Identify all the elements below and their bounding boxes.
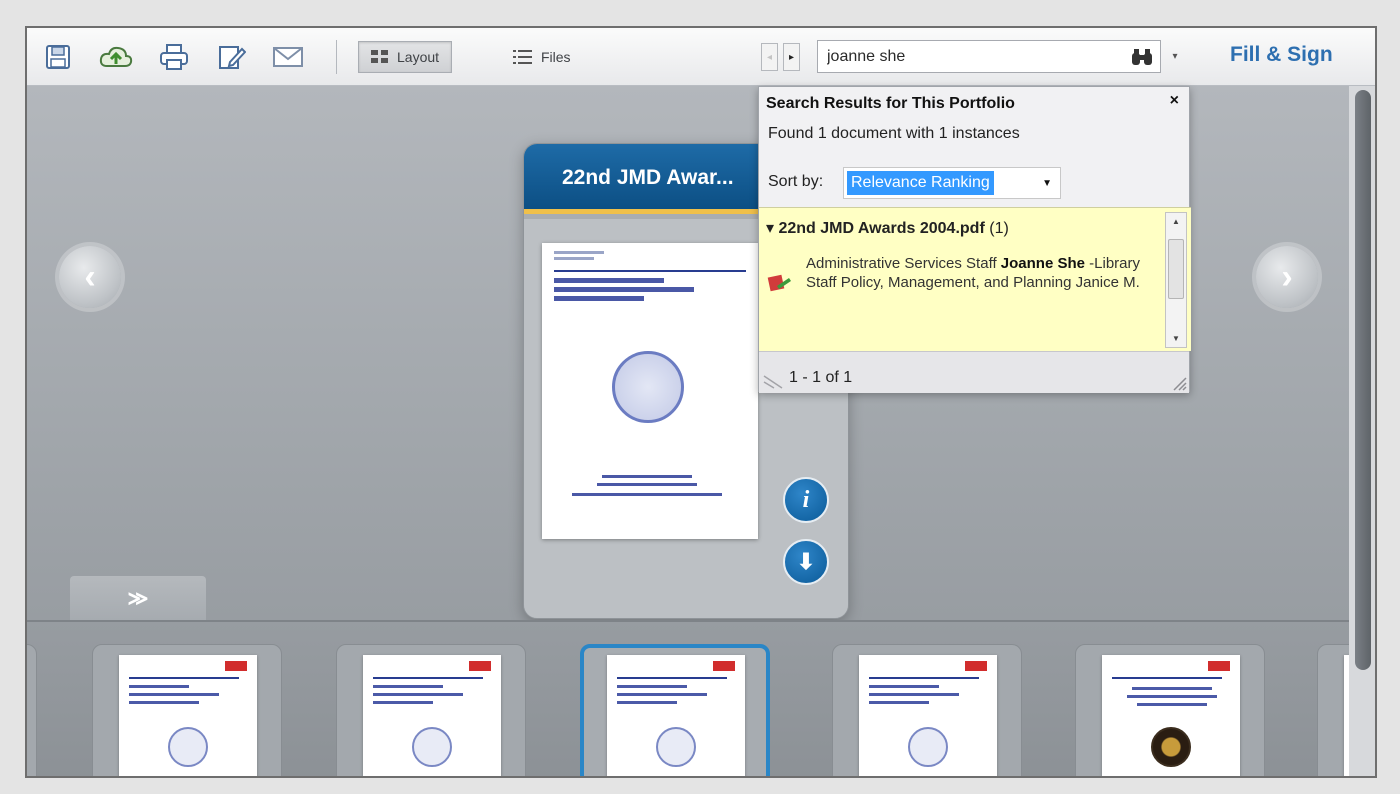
vertical-scrollbar[interactable] xyxy=(1349,86,1375,776)
filmstrip-thumbnail[interactable] xyxy=(1075,644,1265,776)
fill-sign-button[interactable]: Fill & Sign xyxy=(1230,43,1333,67)
scroll-down-icon[interactable]: ▼ xyxy=(1166,334,1186,343)
pdf-badge-icon xyxy=(469,661,491,671)
list-icon xyxy=(513,50,532,64)
pdf-badge-icon xyxy=(713,661,735,671)
filmstrip xyxy=(27,620,1375,776)
scroll-up-icon[interactable]: ▲ xyxy=(1166,217,1186,226)
filmstrip-thumbnail[interactable] xyxy=(832,644,1022,776)
seal-icon xyxy=(656,727,696,767)
results-scrollbar[interactable]: ▲ ▼ xyxy=(1165,212,1187,348)
layout-view-button[interactable]: Layout xyxy=(358,41,453,73)
result-file-name: 22nd JMD Awards 2004.pdf xyxy=(778,220,985,237)
filmstrip-thumbnail[interactable] xyxy=(27,644,37,776)
seal-icon xyxy=(1151,727,1191,767)
seal-icon xyxy=(412,727,452,767)
snippet-before: Administrative Services Staff xyxy=(806,255,1001,272)
info-button[interactable]: i xyxy=(783,477,829,523)
save-icon[interactable] xyxy=(41,41,75,73)
result-count: (1) xyxy=(989,220,1009,237)
email-icon[interactable] xyxy=(271,41,305,73)
filmstrip-thumbnail[interactable] xyxy=(92,644,282,776)
sort-label: Sort by: xyxy=(768,173,824,190)
toolbar-separator xyxy=(336,40,337,74)
filmstrip-thumbnail-selected[interactable] xyxy=(580,644,770,776)
pdf-badge-icon xyxy=(225,661,247,671)
grip-left-icon xyxy=(763,375,783,389)
result-snippet[interactable]: Administrative Services Staff Joanne She… xyxy=(806,254,1156,292)
results-scrollbar-thumb[interactable] xyxy=(1168,239,1184,299)
result-file-entry[interactable]: ▾ 22nd JMD Awards 2004.pdf (1) xyxy=(766,218,1009,238)
binoculars-search-icon[interactable] xyxy=(1124,41,1160,72)
next-result-button[interactable]: ▸ xyxy=(783,43,800,71)
sort-select[interactable]: Relevance Ranking ▼ xyxy=(843,167,1061,199)
document-preview[interactable] xyxy=(542,243,758,539)
collapse-filmstrip-button[interactable]: ≫ xyxy=(70,576,206,620)
pagination-text: 1 - 1 of 1 xyxy=(789,369,853,386)
search-options-dropdown[interactable]: ▾ xyxy=(1167,44,1183,68)
filmstrip-thumbnail[interactable] xyxy=(336,644,526,776)
files-label: Files xyxy=(541,49,571,65)
search-results-title: Search Results for This Portfolio xyxy=(766,95,1015,112)
toolbar: Layout Files ◂ ▸ ▾ Fill & Sign xyxy=(27,28,1375,86)
search-results-footer: 1 - 1 of 1 xyxy=(759,351,1189,393)
resize-grip-icon[interactable] xyxy=(1169,373,1187,391)
files-view-button[interactable]: Files xyxy=(501,41,583,73)
previous-file-button[interactable]: ‹ xyxy=(59,246,121,308)
pdf-badge-icon xyxy=(1208,661,1230,671)
grid-icon xyxy=(371,50,388,63)
snippet-match: Joanne She xyxy=(1000,255,1085,272)
print-icon[interactable] xyxy=(157,41,191,73)
search-input[interactable] xyxy=(818,41,1124,72)
search-results-panel: Search Results for This Portfolio × Foun… xyxy=(758,86,1191,393)
search-results-summary: Found 1 document with 1 instances xyxy=(768,125,1020,142)
search-hit-icon xyxy=(767,274,791,292)
scrollbar-thumb[interactable] xyxy=(1355,90,1371,670)
layout-label: Layout xyxy=(397,49,440,65)
search-box xyxy=(817,40,1161,73)
previous-result-button[interactable]: ◂ xyxy=(761,43,778,71)
close-icon[interactable]: × xyxy=(1170,92,1179,110)
download-button[interactable]: ⬇ xyxy=(783,539,829,585)
edit-icon[interactable] xyxy=(215,41,249,73)
search-results-list: ▾ 22nd JMD Awards 2004.pdf (1) Administr… xyxy=(759,207,1191,351)
portfolio-window: Layout Files ◂ ▸ ▾ Fill & Sign ‹ › 22nd … xyxy=(25,26,1377,778)
chevron-down-icon: ▼ xyxy=(1042,178,1052,189)
seal-icon xyxy=(612,351,684,423)
pdf-badge-icon xyxy=(965,661,987,671)
seal-icon xyxy=(168,727,208,767)
next-file-button[interactable]: › xyxy=(1256,246,1318,308)
expand-icon: ▾ xyxy=(766,220,775,237)
file-card-title: 22nd JMD Awar... xyxy=(562,166,734,189)
seal-icon xyxy=(908,727,948,767)
cloud-upload-icon[interactable] xyxy=(99,41,133,73)
sort-selected-value: Relevance Ranking xyxy=(847,171,994,195)
